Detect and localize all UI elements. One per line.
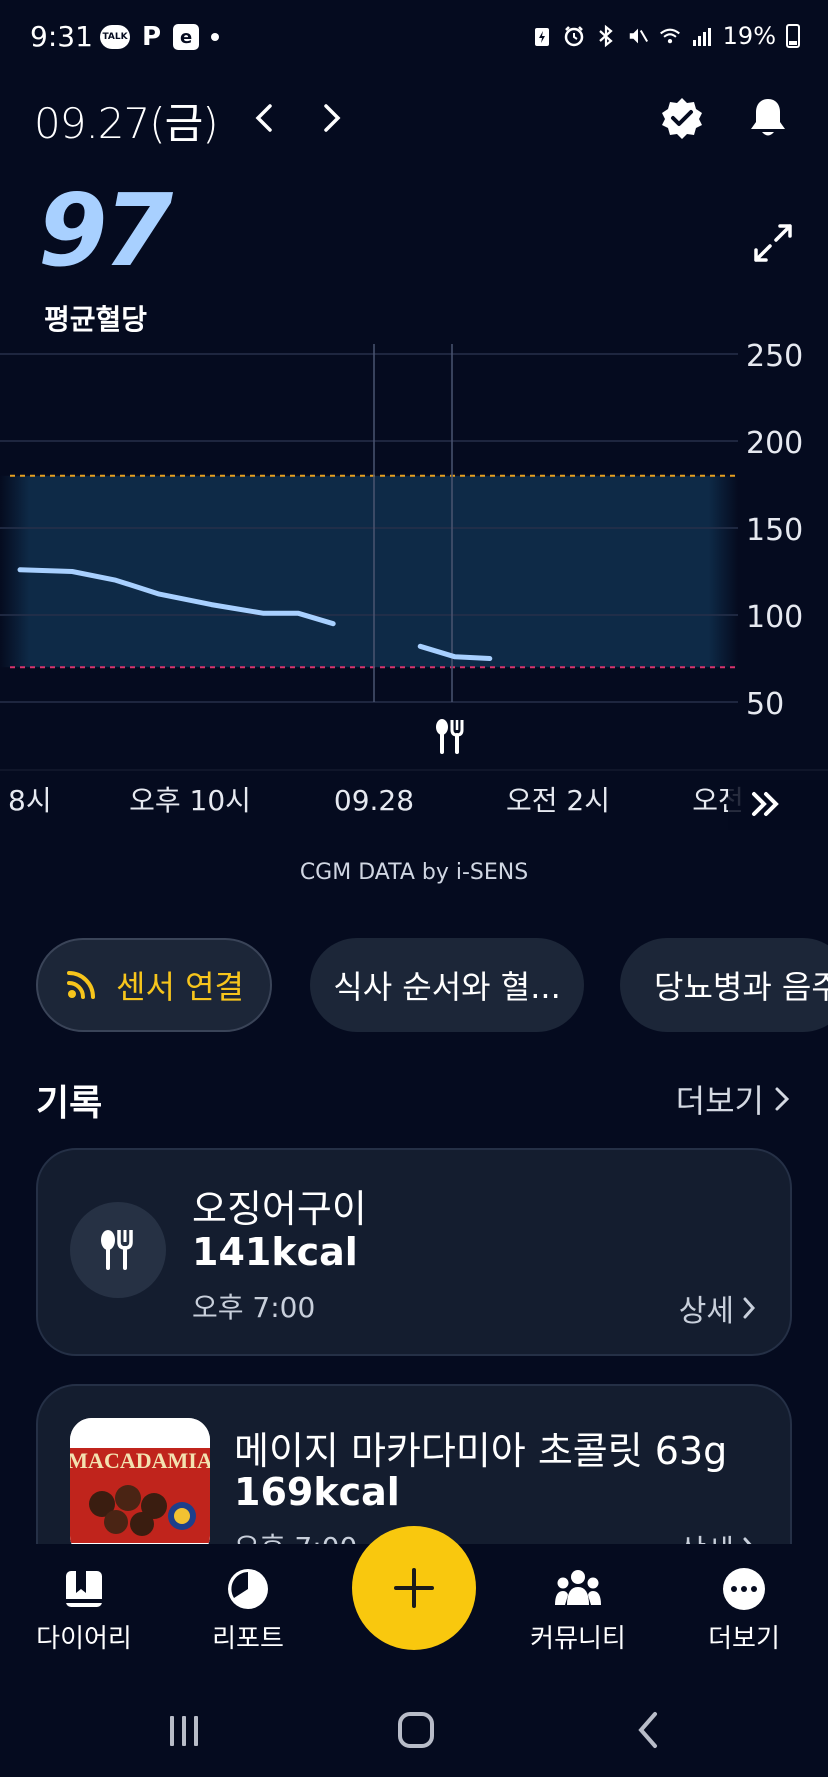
bookmark-book-icon [66, 1571, 102, 1607]
recent-apps-button[interactable] [154, 1700, 214, 1760]
people-icon [555, 1570, 601, 1605]
target-range-band [0, 475, 738, 668]
talk-icon: TALK [100, 25, 130, 49]
chevron-left-icon [255, 104, 272, 132]
alarm-icon [563, 24, 585, 48]
recent-apps-icon [170, 1716, 198, 1746]
utensils-icon [101, 1230, 133, 1270]
chevron-right-icon [743, 1297, 756, 1319]
meal-order-label: 식사 순서와 혈... [333, 968, 561, 1006]
more-tab-icon [721, 1566, 767, 1612]
expand-icon [754, 224, 792, 262]
glucose-chart-svg: 250200150100508시 오후 10시 09.28 오전 2시 오전 [0, 339, 828, 830]
record-name: 오징어구이 [192, 1187, 367, 1231]
tab-more-label: 더보기 [708, 1624, 780, 1654]
record-kcal: 141kcal [192, 1230, 358, 1274]
battery-icon [786, 24, 800, 48]
thumb-brand-text: MACADAMIA [70, 1448, 210, 1473]
more-dots-icon [723, 1568, 765, 1610]
next-date-button[interactable] [312, 96, 352, 140]
report-tab-icon [225, 1566, 271, 1612]
cgm-credit: CGM DATA by i-SENS [299, 860, 529, 885]
sensor-connect-label: 센서 연결 [116, 968, 244, 1006]
diary-tab-icon [61, 1566, 107, 1612]
y-tick-label: 50 [746, 687, 784, 722]
prev-date-button[interactable] [244, 96, 284, 140]
meal-order-chip[interactable]: 식사 순서와 혈... [310, 938, 584, 1032]
x-tick-label: 8시 [8, 784, 52, 817]
diabetes-alcohol-label: 당뇨병과 음주 [654, 968, 828, 1006]
glucose-chart[interactable]: 250 200 150 100 50 8시 오후 10시 09.28 오전 2시 오전 [0, 330, 828, 830]
label-fade [728, 780, 828, 830]
add-record-button[interactable] [352, 1526, 476, 1650]
y-tick-label: 150 [746, 513, 803, 548]
status-bar: 9:31 TALK P e 19% [0, 0, 828, 76]
battery-saver-icon [531, 24, 553, 48]
meal-icon-circle [70, 1202, 166, 1298]
system-navigation-bar [0, 1678, 828, 1777]
community-tab-icon [555, 1566, 601, 1612]
records-title: 기록 [36, 1083, 103, 1124]
records-more-label: 더보기 [675, 1082, 764, 1120]
e-app-icon: e [173, 24, 200, 50]
back-chevron-icon [638, 1712, 657, 1748]
y-tick-label: 250 [746, 339, 803, 374]
tab-community[interactable]: 커뮤니티 [518, 1566, 638, 1655]
records-more-link[interactable]: 더보기 [676, 1076, 790, 1122]
expand-chart-button[interactable] [750, 220, 796, 266]
record-time: 오후 7:00 [192, 1291, 316, 1324]
signal-icon [691, 24, 713, 48]
utensils-icon [436, 719, 464, 754]
more-notifications-icon [211, 33, 220, 41]
rss-icon [67, 971, 96, 999]
status-time: 9:31 [30, 20, 93, 53]
notification-icons: TALK P e [100, 22, 220, 52]
x-tick-label: 오후 10시 [129, 784, 251, 817]
tab-diary-label: 다이어리 [36, 1624, 132, 1654]
wifi-icon [659, 24, 681, 48]
pie-chart-icon [228, 1569, 268, 1609]
record-name: 메이지 마카다미아 초콜릿 63g [234, 1429, 728, 1473]
tab-diary[interactable]: 다이어리 [24, 1566, 144, 1655]
y-tick-label: 100 [746, 600, 803, 635]
battery-percent: 19% [722, 22, 776, 50]
average-glucose-value: 97 [38, 172, 173, 289]
home-button[interactable] [386, 1700, 446, 1760]
chevron-right-icon [324, 104, 341, 132]
tab-more[interactable]: 더보기 [684, 1566, 804, 1655]
date-title: 09.27(금) [34, 99, 219, 148]
p-app-icon: P [142, 22, 162, 52]
notifications-button[interactable] [742, 92, 794, 144]
tab-community-label: 커뮤니티 [530, 1624, 626, 1654]
x-tick-label: 오전 2시 [506, 784, 610, 817]
tab-report[interactable]: 리포트 [188, 1566, 308, 1655]
bluetooth-icon [595, 24, 617, 48]
home-icon [398, 1712, 434, 1748]
plus-icon [394, 1568, 434, 1608]
record-card[interactable]: 오징어구이 141kcal 오후 7:00 상세 [36, 1148, 792, 1356]
record-detail-link[interactable]: 상세 [679, 1286, 756, 1330]
back-button[interactable] [618, 1700, 678, 1760]
system-status-icons: 19% [531, 22, 800, 50]
chevron-right-icon [775, 1087, 790, 1111]
diabetes-alcohol-chip[interactable]: 당뇨병과 음주 [620, 938, 828, 1032]
bell-icon [751, 99, 785, 136]
mute-icon [627, 24, 649, 48]
record-detail-label: 상세 [678, 1294, 734, 1329]
verified-badge-icon [662, 98, 702, 139]
y-tick-label: 200 [746, 426, 803, 461]
macadamia-package-image: MACADAMIA [70, 1418, 210, 1558]
tab-report-label: 리포트 [212, 1624, 284, 1654]
sensor-connect-chip[interactable]: 센서 연결 [36, 938, 272, 1032]
verified-button[interactable] [656, 92, 708, 144]
food-thumbnail: MACADAMIA [70, 1418, 210, 1558]
x-tick-label: 09.28 [334, 784, 414, 817]
record-kcal: 169kcal [234, 1470, 400, 1514]
